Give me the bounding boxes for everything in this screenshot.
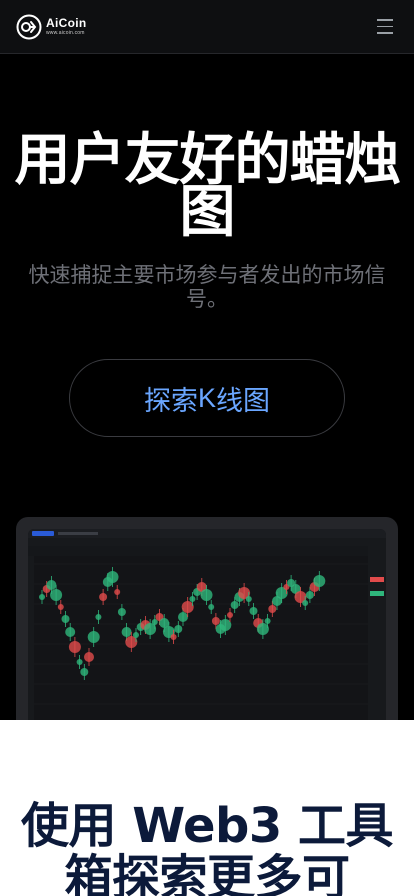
web3-toolbox-section: 使用 Web3 工具箱探索更多可	[0, 720, 414, 896]
candlestick-chart-image	[28, 529, 386, 737]
top-navbar: AiCoin www.aicoin.com	[0, 0, 414, 54]
logo-url: www.aicoin.com	[46, 30, 85, 36]
aicoin-logo-icon	[16, 14, 42, 39]
cta-accent: K	[197, 382, 216, 413]
cta-prefix: 探索	[143, 385, 198, 416]
explore-kline-button[interactable]: 探索 K 线图	[69, 359, 345, 437]
laptop-mockup	[16, 517, 398, 737]
logo-name: AiCoin	[46, 16, 87, 30]
hero-section: 用户友好的蜡烛图 快速捕捉主要市场参与者发出的市场信号。 探索 K 线图	[0, 55, 414, 737]
hamburger-menu-icon[interactable]	[374, 16, 396, 38]
section-title: 使用 Web3 工具箱探索更多可	[21, 798, 393, 896]
cta-suffix: 线图	[216, 385, 270, 416]
hero-subtitle: 快速捕捉主要市场参与者发出的市场信号。	[28, 263, 386, 311]
aicoin-logo[interactable]: AiCoin www.aicoin.com	[16, 14, 86, 40]
candlestick-chart-screenshot	[28, 529, 386, 737]
hero-title: 用户友好的蜡烛图	[14, 128, 401, 245]
